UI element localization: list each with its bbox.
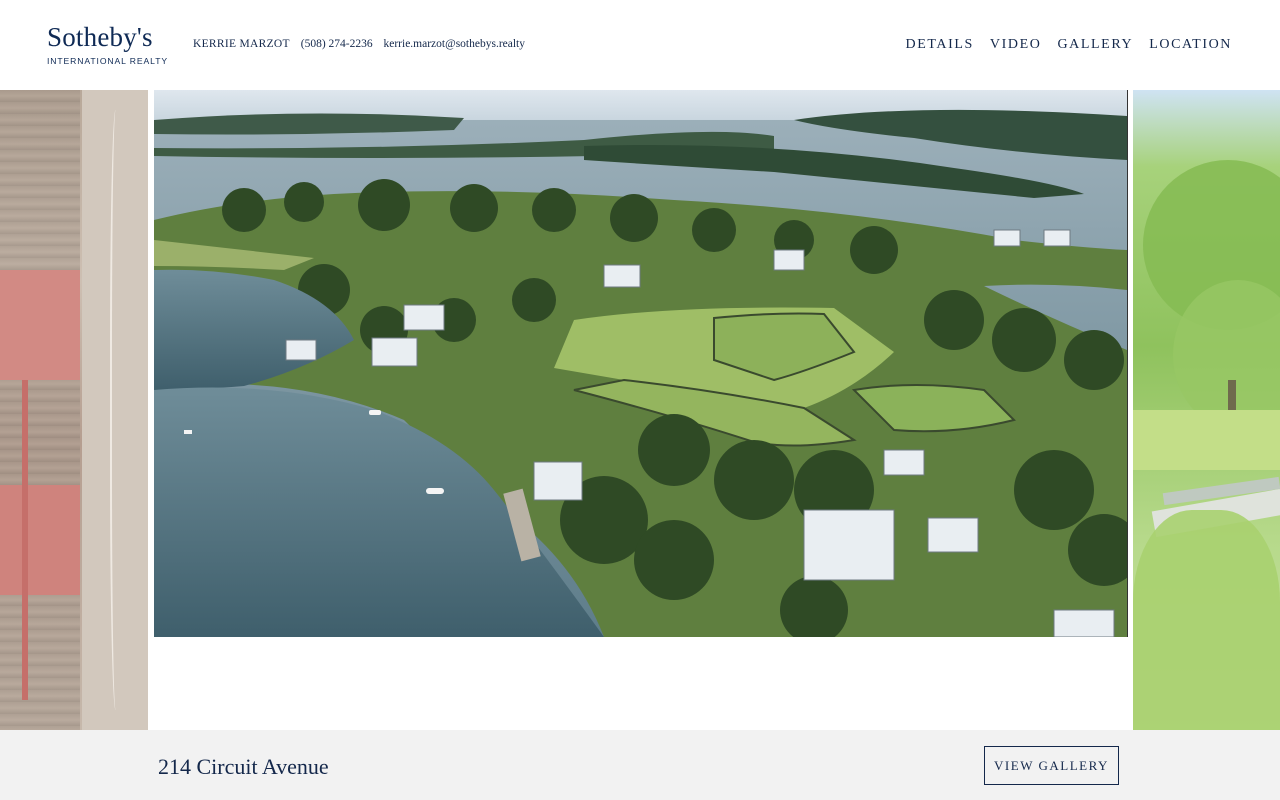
main-aerial-photo[interactable] <box>154 90 1128 637</box>
carousel-next-photo[interactable] <box>1133 90 1280 730</box>
listing-address: 214 Circuit Avenue <box>158 754 329 779</box>
nav-location[interactable]: LOCATION <box>1149 37 1232 53</box>
main-nav: DETAILS VIDEO GALLERY LOCATION <box>905 37 1232 53</box>
nav-gallery[interactable]: GALLERY <box>1057 37 1133 53</box>
aerial-photo-illustration <box>154 90 1127 637</box>
carousel-prev-photo[interactable] <box>0 90 148 730</box>
nav-video[interactable]: VIDEO <box>990 37 1042 53</box>
photo-carousel <box>0 90 1280 730</box>
listing-bar: 214 Circuit Avenue VIEW GALLERY <box>0 730 1280 800</box>
agent-email[interactable]: kerrie.marzot@sothebys.realty <box>383 38 525 50</box>
agent-name: KERRIE MARZOT <box>193 38 290 50</box>
logo-wordmark: Sotheby's <box>47 22 153 52</box>
agent-contact: KERRIE MARZOT (508) 274-2236 kerrie.marz… <box>193 38 533 50</box>
sothebys-logo[interactable]: Sotheby's INTERNATIONAL REALTY <box>47 22 168 66</box>
logo-subtitle: INTERNATIONAL REALTY <box>47 56 168 66</box>
agent-phone[interactable]: (508) 274-2236 <box>301 38 373 50</box>
nav-details[interactable]: DETAILS <box>905 37 973 53</box>
view-gallery-button[interactable]: VIEW GALLERY <box>984 746 1119 785</box>
site-header: Sotheby's INTERNATIONAL REALTY KERRIE MA… <box>0 0 1280 90</box>
